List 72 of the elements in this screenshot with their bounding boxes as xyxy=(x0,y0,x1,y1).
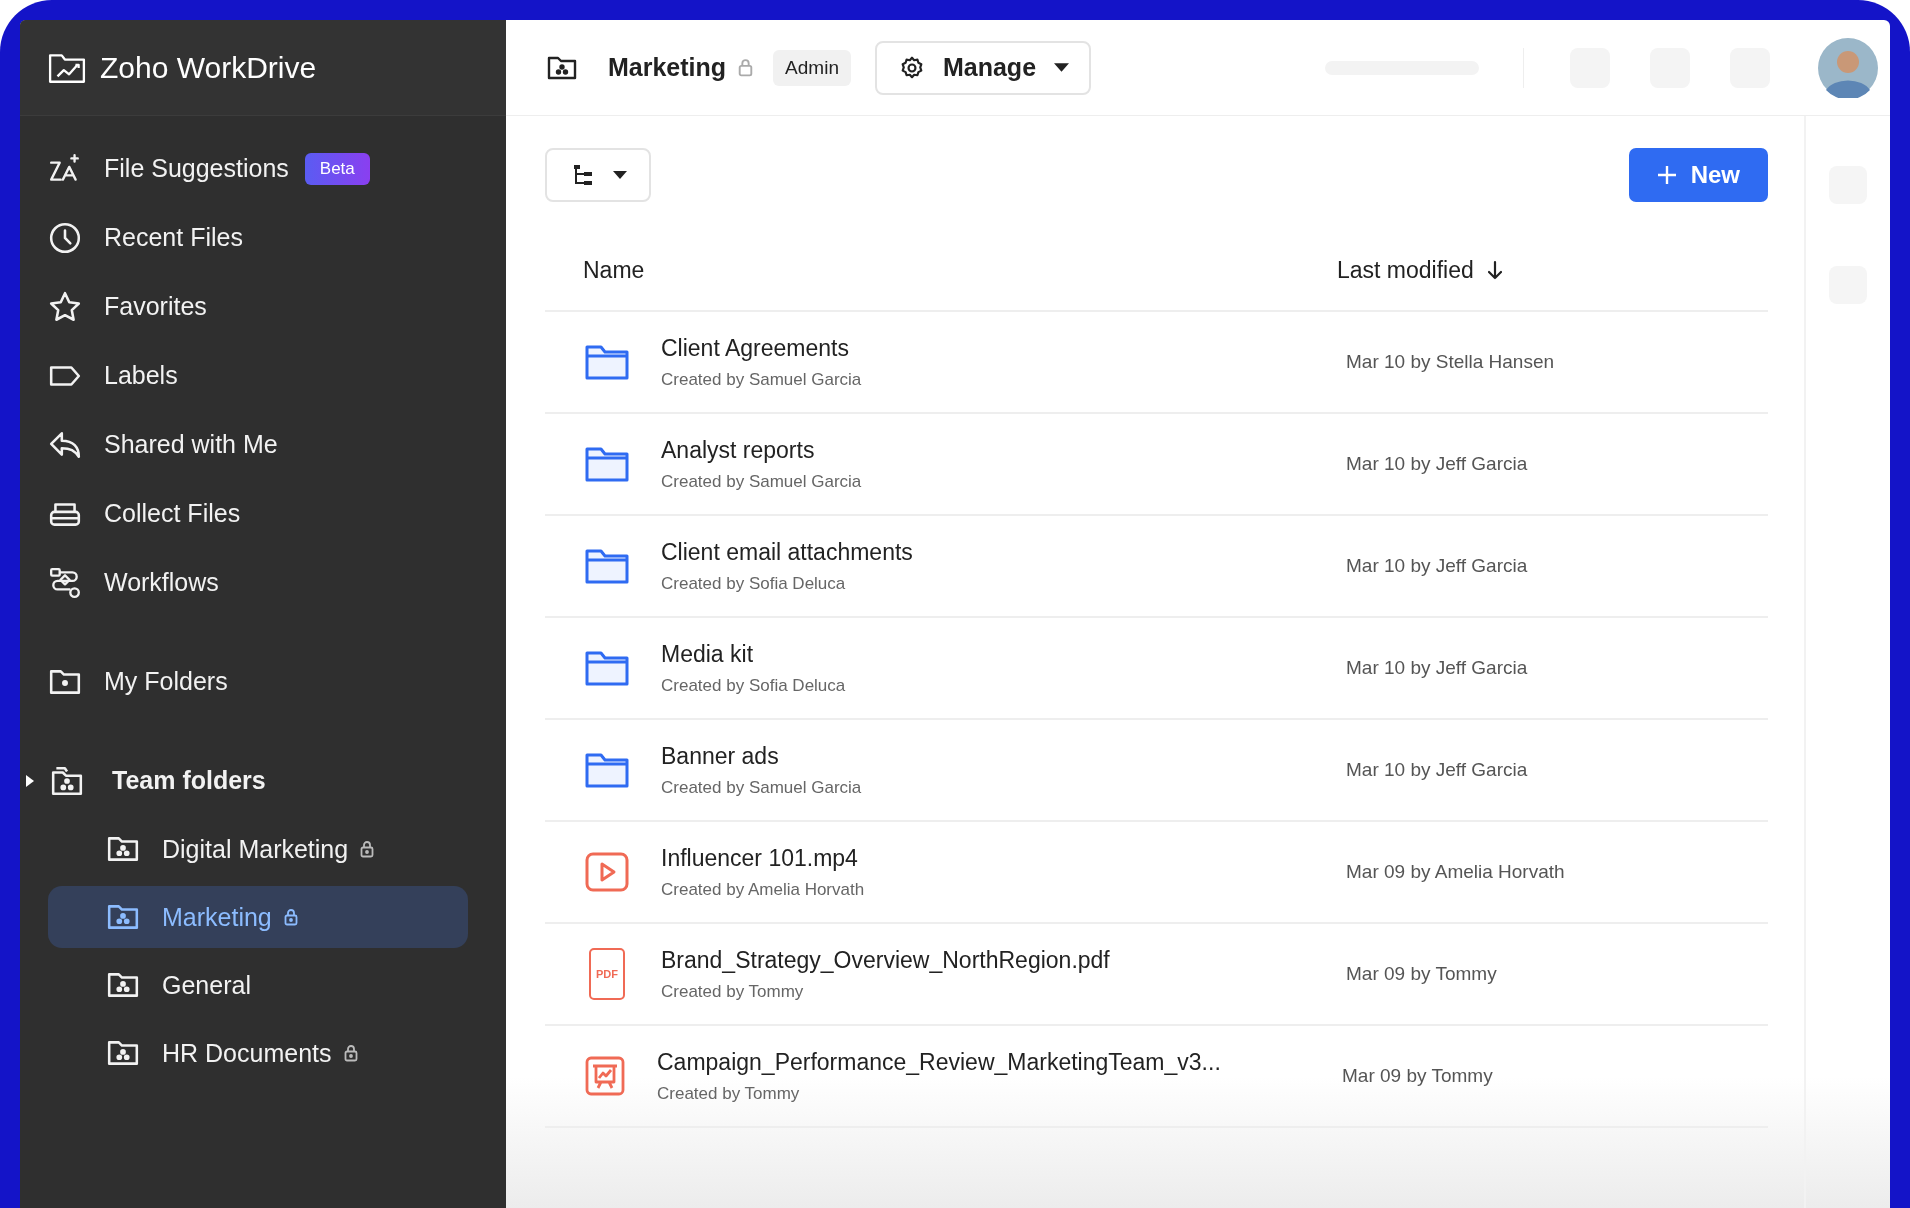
folder-icon xyxy=(585,446,629,482)
view-toggle-button[interactable] xyxy=(545,148,651,202)
avatar[interactable] xyxy=(1818,37,1878,98)
folder-icon xyxy=(585,752,629,788)
nav-item[interactable]: File Suggestions Beta xyxy=(48,134,370,203)
app-name: Zoho WorkDrive xyxy=(100,50,317,85)
presentation-file-icon xyxy=(585,1056,625,1096)
column-header[interactable]: Name xyxy=(583,256,1337,284)
last-modified: Mar 10 by Jeff Garcia xyxy=(1346,453,1528,475)
nav-item[interactable]: Labels xyxy=(48,341,178,410)
sort-down-arrow-icon xyxy=(1487,260,1502,280)
file-name[interactable]: Influencer 101.mp4 xyxy=(661,844,1346,872)
clock-icon xyxy=(48,220,82,255)
caret-icon xyxy=(1054,63,1070,72)
created-by: Created by Samuel Garcia xyxy=(661,369,863,390)
created-by: Created by Sofia Deluca xyxy=(661,573,847,594)
tree-icon xyxy=(573,164,593,186)
created-by: Created by Samuel Garcia xyxy=(661,777,863,798)
created-by: Created by Tommy xyxy=(661,981,805,1002)
file-row[interactable]: Campaign_Performance_Review_MarketingTeam_v3... Created by Tommy Mar 09 by Tommy xyxy=(545,1026,1768,1128)
workflow-icon xyxy=(48,565,82,600)
created-by: Created by Sofia Deluca xyxy=(661,675,847,696)
last-modified: Mar 09 by Amelia Horvath xyxy=(1346,861,1565,883)
file-row[interactable]: Client Agreements Created by Samuel Garcia Mar 10 by Stella Hansen xyxy=(545,312,1768,414)
role-badge: Admin xyxy=(773,49,851,86)
folder-icon xyxy=(585,344,629,380)
plus-icon xyxy=(1656,165,1677,185)
last-modified: Mar 09 by Tommy xyxy=(1346,963,1497,985)
nav-item[interactable]: Shared with Me xyxy=(48,410,278,479)
last-modified: Mar 09 by Tommy xyxy=(1342,1065,1493,1087)
beta-badge: Beta xyxy=(304,152,370,185)
file-name[interactable]: Campaign_Performance_Review_MarketingTeam_v3... xyxy=(657,1048,1342,1076)
file-name[interactable]: Media kit xyxy=(661,640,1346,668)
file-row[interactable]: Analyst reports Created by Samuel Garcia Mar 10 by Jeff Garcia xyxy=(545,414,1768,516)
last-modified: Mar 10 by Jeff Garcia xyxy=(1346,657,1528,679)
last-modified: Mar 10 by Jeff Garcia xyxy=(1346,555,1528,577)
created-by: Created by Tommy xyxy=(657,1083,801,1104)
video-file-icon xyxy=(585,852,629,892)
last-modified: Mar 10 by Jeff Garcia xyxy=(1346,759,1528,781)
column-header[interactable]: Last modified xyxy=(1337,256,1474,284)
nav-item[interactable]: My Folders xyxy=(48,647,228,716)
file-name[interactable]: Client email attachments xyxy=(661,538,1346,566)
team-folder-item[interactable]: HR Documents xyxy=(48,1022,468,1084)
folder-icon xyxy=(585,548,629,584)
file-name[interactable]: Brand_Strategy_Overview_NorthRegion.pdf xyxy=(661,946,1346,974)
nav-item[interactable]: Workflows xyxy=(48,548,219,617)
star-icon xyxy=(48,289,82,324)
file-name[interactable]: Banner ads xyxy=(661,742,1346,770)
last-modified: Mar 10 by Stella Hansen xyxy=(1346,351,1555,373)
folder-title: Marketing xyxy=(608,53,727,82)
created-by: Created by Samuel Garcia xyxy=(661,471,863,492)
folder-icon xyxy=(585,650,629,686)
new-button[interactable]: New xyxy=(1628,148,1768,202)
pdf-file-icon: PDF xyxy=(589,948,625,1000)
caret-icon[interactable] xyxy=(26,774,34,787)
team-folder-item[interactable]: Digital Marketing xyxy=(48,818,468,880)
file-name[interactable]: Client Agreements xyxy=(661,334,1346,362)
file-row[interactable]: PDF Brand_Strategy_Overview_NorthRegion.pdf Created by Tommy Mar 09 by Tommy xyxy=(545,924,1768,1026)
team-folder-item[interactable]: Marketing xyxy=(48,886,468,948)
file-row[interactable]: Client email attachments Created by Sofia Deluca Mar 10 by Jeff Garcia xyxy=(545,516,1768,618)
nav-item[interactable]: Favorites xyxy=(48,272,207,341)
manage-button[interactable]: Manage xyxy=(874,40,1092,95)
file-row[interactable]: Influencer 101.mp4 Created by Amelia Horvath Mar 09 by Amelia Horvath xyxy=(545,822,1768,924)
file-row[interactable]: Media kit Created by Sofia Deluca Mar 10 by Jeff Garcia xyxy=(545,618,1768,720)
nav-item[interactable]: Recent Files xyxy=(48,203,243,272)
created-by: Created by Amelia Horvath xyxy=(661,879,866,900)
caret-icon xyxy=(613,171,627,179)
file-name[interactable]: Analyst reports xyxy=(661,436,1346,464)
team-folders-item[interactable]: Team folders xyxy=(50,746,266,815)
team-folder-item[interactable]: General xyxy=(48,954,468,1016)
file-row[interactable]: Banner ads Created by Samuel Garcia Mar 10 by Jeff Garcia xyxy=(545,720,1768,822)
nav-item[interactable]: Collect Files xyxy=(48,479,241,548)
